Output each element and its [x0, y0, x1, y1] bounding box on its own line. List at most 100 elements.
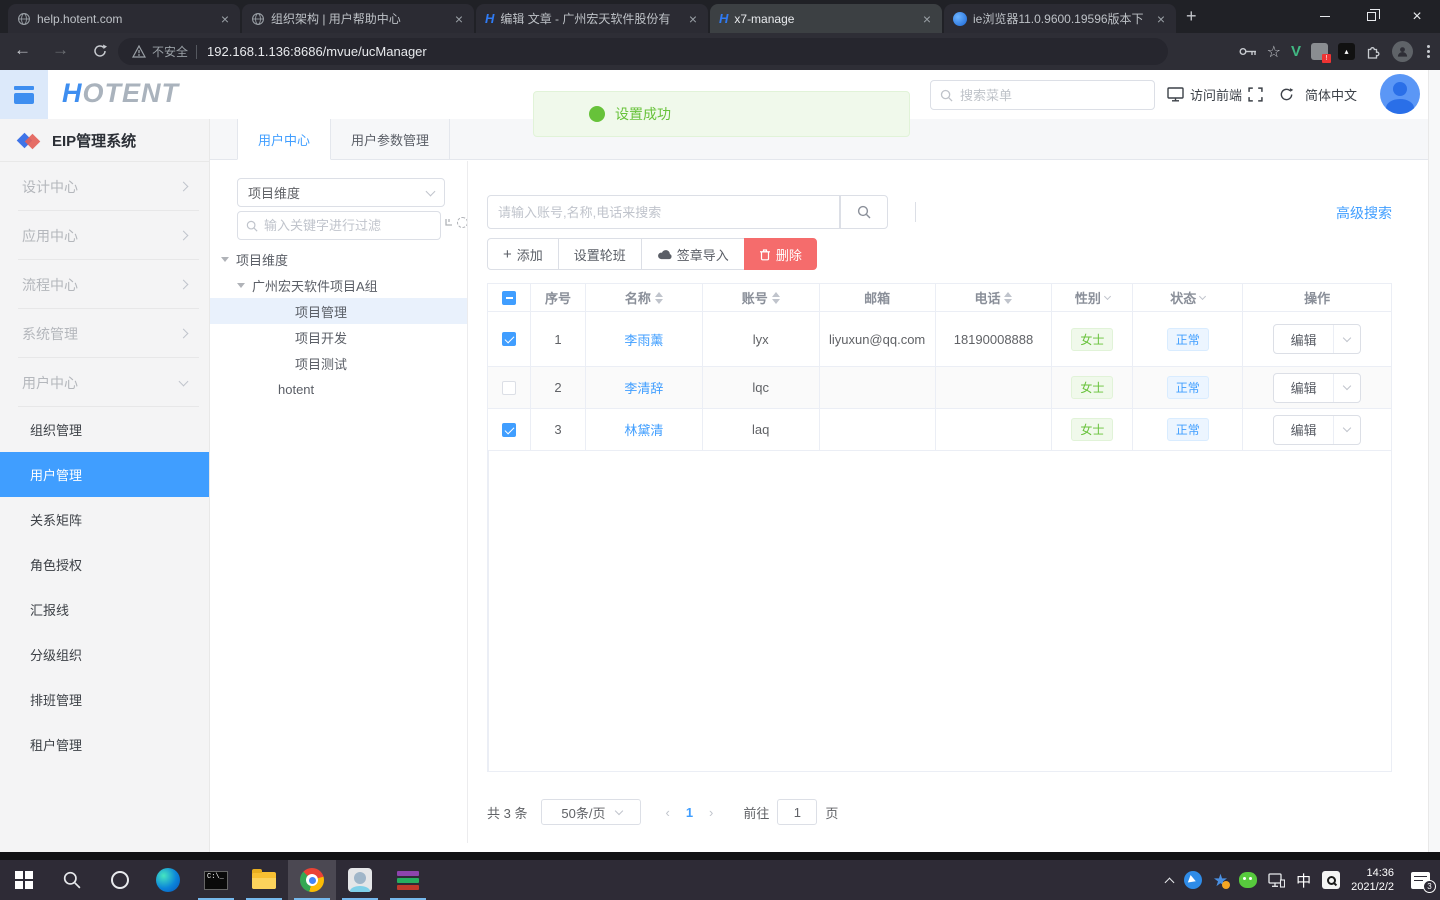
vue-devtools-icon[interactable]: V [1291, 43, 1301, 60]
select-all-checkbox[interactable] [502, 291, 516, 305]
tree-filter-box[interactable] [237, 211, 441, 240]
chevron-down-icon[interactable] [1334, 428, 1360, 431]
minimize-button[interactable] [1302, 0, 1348, 33]
tab-close-icon[interactable]: × [453, 12, 465, 26]
forward-icon[interactable]: → [52, 40, 69, 60]
sidebar-group-app[interactable]: 应用中心 [0, 211, 209, 260]
new-tab-button[interactable]: + [1186, 6, 1197, 27]
header-gender[interactable]: 性别 [1052, 284, 1133, 311]
menu-search-input[interactable] [960, 88, 1145, 103]
extension-alert-icon[interactable]: ! [1311, 43, 1328, 60]
tab-close-icon[interactable]: × [219, 12, 231, 26]
filter-icon[interactable] [1199, 292, 1206, 299]
browser-menu-icon[interactable] [1423, 45, 1434, 58]
edit-split-button[interactable]: 编辑 [1273, 324, 1361, 354]
user-name-link[interactable]: 李清辞 [624, 378, 663, 397]
taskbar-search[interactable] [48, 860, 96, 900]
profile-avatar[interactable] [1392, 41, 1413, 62]
language-switcher[interactable]: 简体中文 [1305, 70, 1357, 119]
password-key-icon[interactable] [1239, 47, 1257, 56]
user-search-box[interactable] [487, 195, 840, 229]
taskbar-clock[interactable]: 14:36 2021/2/2 [1351, 866, 1394, 894]
start-button[interactable] [0, 860, 48, 900]
tree-node-project-mgmt-selected[interactable]: 项目管理 [210, 298, 467, 324]
row-checkbox[interactable] [502, 381, 516, 395]
user-search-input[interactable] [498, 205, 829, 220]
sogou-input-icon[interactable]: ★ [1213, 872, 1228, 889]
user-name-link[interactable]: 林黛清 [624, 420, 663, 439]
edit-split-button[interactable]: 编辑 [1273, 415, 1361, 445]
collapse-menu-button[interactable] [0, 70, 48, 119]
header-status[interactable]: 状态 [1133, 284, 1243, 311]
dimension-select[interactable]: 项目维度 [237, 178, 445, 207]
set-shift-button[interactable]: 设置轮班 [558, 238, 642, 270]
sidebar-item-tenant[interactable]: 租户管理 [0, 722, 209, 767]
sidebar-group-usercenter[interactable]: 用户中心 [0, 358, 209, 407]
restore-button[interactable] [1348, 0, 1394, 33]
edit-split-button[interactable]: 编辑 [1273, 373, 1361, 403]
cortana-button[interactable] [96, 860, 144, 900]
browser-tab-4-active[interactable]: H x7-manage × [710, 4, 942, 33]
reload-icon[interactable] [92, 43, 108, 59]
tree-filter-input[interactable] [264, 218, 432, 233]
tree-node-project-dev[interactable]: 项目开发 [295, 324, 347, 350]
prev-page-button[interactable]: ‹ [655, 805, 679, 820]
network-icon[interactable] [1268, 873, 1285, 888]
add-button[interactable]: +添加 [487, 238, 559, 270]
chrome-button[interactable] [288, 860, 336, 900]
sidebar-item-role[interactable]: 角色授权 [0, 542, 209, 587]
cmd-button[interactable]: C:\_ [192, 860, 240, 900]
url-field[interactable]: 不安全 192.168.1.136:8686/mvue/ucManager [118, 38, 1168, 65]
page-size-select[interactable]: 50条/页 [541, 799, 641, 825]
header-account[interactable]: 账号 [703, 284, 820, 311]
notification-center-icon[interactable]: 3 [1411, 872, 1430, 889]
sidebar-item-user-active[interactable]: 用户管理 [0, 452, 209, 497]
refresh-button[interactable] [1279, 70, 1294, 119]
sidebar-group-process[interactable]: 流程中心 [0, 260, 209, 309]
tab-close-icon[interactable]: × [921, 12, 933, 26]
tab-user-center[interactable]: 用户中心 [237, 119, 331, 160]
row-checkbox[interactable] [502, 423, 516, 437]
tray-expand-icon[interactable] [1166, 875, 1173, 886]
user-name-link[interactable]: 李雨薰 [624, 330, 663, 349]
browser-tab-1[interactable]: help.hotent.com × [8, 4, 240, 33]
wechat-icon[interactable] [1239, 872, 1257, 888]
chevron-down-icon[interactable] [1334, 386, 1360, 389]
browser-tab-5[interactable]: ie浏览器11.0.9600.19596版本下 × [944, 4, 1176, 33]
ime-indicator[interactable]: 中 [1296, 870, 1311, 891]
tree-node-group[interactable]: 广州宏天软件项目A组 [237, 272, 378, 298]
fullscreen-button[interactable] [1248, 70, 1263, 119]
goto-page-input[interactable] [777, 799, 817, 825]
explorer-button[interactable] [240, 860, 288, 900]
tree-node-project-test[interactable]: 项目测试 [295, 350, 347, 376]
extension-dark-icon[interactable]: ▴ [1338, 43, 1355, 60]
tab-close-icon[interactable]: × [687, 12, 699, 26]
menu-search-box[interactable] [930, 80, 1155, 110]
tray-app-icon[interactable] [1184, 871, 1202, 889]
advanced-search-link[interactable]: 高级搜索 [1336, 203, 1392, 223]
tree-node-root[interactable]: 项目维度 [221, 246, 288, 272]
sort-icon[interactable] [655, 292, 663, 304]
user-search-button[interactable] [840, 195, 888, 229]
sort-icon[interactable] [1004, 292, 1012, 304]
header-name[interactable]: 名称 [586, 284, 703, 311]
bookmark-star-icon[interactable]: ☆ [1267, 42, 1281, 62]
sidebar-group-design[interactable]: 设计中心 [0, 162, 209, 211]
close-button[interactable]: × [1394, 0, 1440, 33]
current-page[interactable]: 1 [680, 805, 699, 820]
chevron-down-icon[interactable] [1334, 338, 1360, 341]
winrar-button[interactable] [384, 860, 432, 900]
browser-tab-2[interactable]: 组织架构 | 用户帮助中心 × [242, 4, 474, 33]
sort-icon[interactable] [772, 292, 780, 304]
extensions-puzzle-icon[interactable] [1365, 43, 1382, 60]
sidebar-item-hierarchy[interactable]: 分级组织 [0, 632, 209, 677]
browser-tab-3[interactable]: H 编辑 文章 - 广州宏天软件股份有 × [476, 4, 708, 33]
sidebar-item-reportline[interactable]: 汇报线 [0, 587, 209, 632]
next-page-button[interactable]: › [699, 805, 723, 820]
header-phone[interactable]: 电话 [936, 284, 1053, 311]
tree-node-hotent[interactable]: hotent [278, 376, 314, 402]
sidebar-item-org[interactable]: 组织管理 [0, 407, 209, 452]
sidebar-item-shift[interactable]: 排班管理 [0, 677, 209, 722]
user-avatar[interactable] [1380, 74, 1420, 114]
sidebar-item-matrix[interactable]: 关系矩阵 [0, 497, 209, 542]
